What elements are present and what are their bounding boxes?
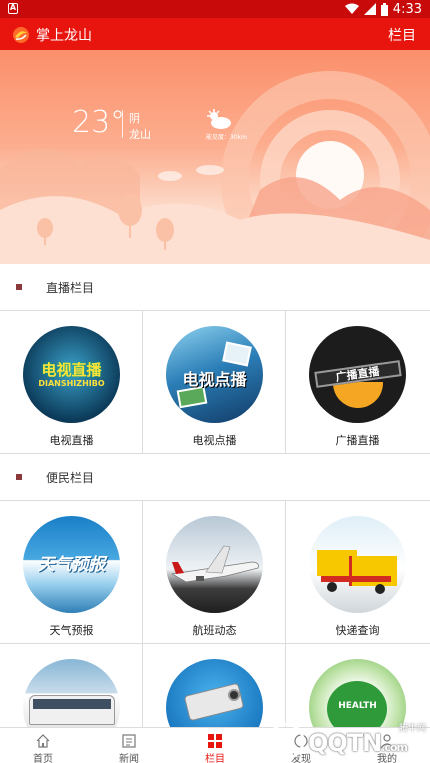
section-marker <box>16 284 22 290</box>
weather-forecast-art-text: 天气预报 <box>37 555 106 575</box>
section-header-live: 直播栏目 <box>0 264 430 310</box>
grid-item-label: 天气预报 <box>49 624 94 637</box>
weather-scene-illustration <box>0 71 430 264</box>
section-header-convenience: 便民栏目 <box>0 454 430 500</box>
status-bar: A 4:33 <box>0 0 430 18</box>
grid-item-label: 航班动态 <box>192 624 237 637</box>
section-title: 直播栏目 <box>46 281 95 295</box>
radio-live-thumbnail: 广播直播 <box>309 326 406 423</box>
nav-label: 栏目 <box>205 754 225 763</box>
site-watermark: QQTN.com 腾牛网 <box>262 719 430 763</box>
grid-item-radio-live[interactable]: 广播直播 广播直播 <box>286 311 430 454</box>
temperature-value: 23° <box>72 105 126 140</box>
news-icon <box>122 734 136 748</box>
tv-live-thumbnail: 电视直播 DIANSHIZHIBO <box>23 326 120 423</box>
status-right: 4:33 <box>344 1 422 17</box>
signal-icon <box>363 3 376 15</box>
tv-live-art-subtext: DIANSHIZHIBO <box>38 379 105 388</box>
grid-item-label: 广播直播 <box>335 434 380 447</box>
nav-news[interactable]: 新闻 <box>86 728 172 763</box>
visibility-value: 能见度：30km <box>206 134 247 141</box>
watermark-note: 腾牛网 <box>398 724 426 734</box>
nav-columns[interactable]: 栏目 <box>172 728 258 763</box>
cloudy-weather-icon <box>207 109 231 129</box>
tv-live-art-text: 电视直播 <box>41 361 102 379</box>
grid-item-weather[interactable]: 天气预报 天气预报 <box>0 501 143 644</box>
column-menu-button[interactable]: 栏目 <box>388 25 416 45</box>
weather-condition: 阴 <box>129 112 140 125</box>
weather-banner: 23° 阴 龙山 能见度：30km <box>0 50 430 264</box>
grid-item-label: 电视直播 <box>49 434 94 447</box>
nav-label: 新闻 <box>119 754 139 763</box>
grid-item-tv-live[interactable]: 电视直播 DIANSHIZHIBO 电视直播 <box>0 311 143 454</box>
status-time: 4:33 <box>392 1 422 17</box>
grid-item-tv-vod[interactable]: 电视点播 电视点播 <box>143 311 286 454</box>
weather-forecast-thumbnail: 天气预报 <box>23 516 120 613</box>
home-icon <box>36 734 50 748</box>
watermark-brand: QQTN.com <box>308 729 408 757</box>
grid-icon <box>208 734 222 748</box>
nav-home[interactable]: 首页 <box>0 728 86 763</box>
health-art-text: HEALTH <box>338 701 377 711</box>
flight-status-thumbnail <box>166 516 263 613</box>
app-header: 掌上龙山 栏目 <box>0 18 430 50</box>
tv-vod-art-text: 电视点播 <box>182 370 247 389</box>
app-logo-icon <box>13 27 29 43</box>
grid-item-flight[interactable]: 航班动态 <box>143 501 286 644</box>
grid-item-label: 电视点播 <box>192 434 237 447</box>
grid-item-label: 快递查询 <box>335 624 380 637</box>
grid-item-express[interactable]: 快递查询 <box>286 501 430 644</box>
battery-icon <box>380 2 388 16</box>
section-marker <box>16 474 22 480</box>
weather-location: 龙山 <box>129 128 151 141</box>
section-title: 便民栏目 <box>46 471 95 485</box>
weather-divider <box>122 110 123 138</box>
nav-label: 首页 <box>33 754 53 763</box>
express-query-thumbnail <box>309 516 406 613</box>
convenience-column-grid: 天气预报 天气预报 航班动态 快递查询 HEALTH <box>0 500 430 763</box>
tv-vod-thumbnail: 电视点播 <box>166 326 263 423</box>
wifi-icon <box>344 3 359 14</box>
watermark-logo-icon <box>267 722 305 760</box>
live-column-grid: 电视直播 DIANSHIZHIBO 电视直播 电视点播 电视点播 广播直播 广播… <box>0 310 430 454</box>
airplane-icon <box>170 545 259 583</box>
app-title: 掌上龙山 <box>36 28 92 44</box>
notification-icon: A <box>8 3 18 14</box>
